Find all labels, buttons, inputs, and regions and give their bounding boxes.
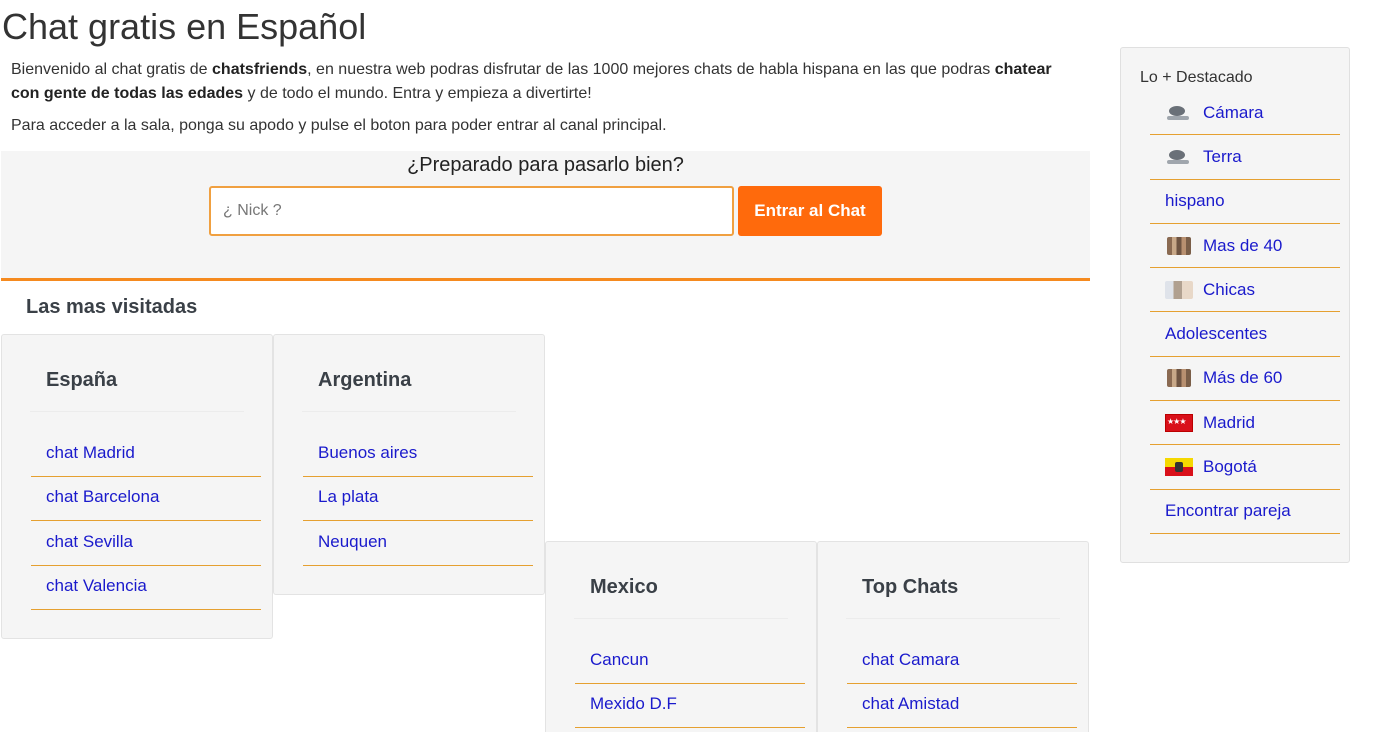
card-divider <box>302 411 516 412</box>
people-icon <box>1167 369 1191 388</box>
list-item: Cancun <box>575 639 805 684</box>
sidebar-link-encontrar-pareja[interactable]: Encontrar pareja <box>1165 501 1291 521</box>
sidebar-item-hispano: hispano <box>1150 180 1340 224</box>
sidebar-item-label: Mas de 40 <box>1203 235 1283 255</box>
girls-icon <box>1165 280 1193 299</box>
list-item: chat Barcelona <box>31 477 261 521</box>
card-title: Top Chats <box>862 576 959 598</box>
page-title: Chat gratis en Español <box>2 6 367 47</box>
link-chat-madrid[interactable]: chat Madrid <box>46 443 135 463</box>
sidebar-link-hispano[interactable]: hispano <box>1165 191 1225 211</box>
login-title: ¿Preparado para pasarlo bien? <box>407 154 684 176</box>
sidebar-item-chicas: Chicas <box>1150 268 1340 313</box>
sidebar-link-mas-de-60[interactable]: Más de 60 <box>1165 368 1282 388</box>
sidebar-item-terra: Terra <box>1150 135 1340 180</box>
link-chat-amistad[interactable]: chat Amistad <box>862 694 959 714</box>
sidebar-link-bogota[interactable]: Bogotá <box>1165 457 1257 477</box>
enter-chat-button[interactable]: Entrar al Chat <box>738 186 882 236</box>
link-chat-barcelona[interactable]: chat Barcelona <box>46 487 159 507</box>
link-neuquen[interactable]: Neuquen <box>318 532 387 552</box>
sidebar-item-label: Adolescentes <box>1165 324 1268 344</box>
sidebar-title: Lo + Destacado <box>1140 69 1253 86</box>
list-item: Buenos aires <box>303 432 533 477</box>
sidebar-item-label: Madrid <box>1203 412 1255 432</box>
sidebar-item-mas-de-60: Más de 60 <box>1150 357 1340 402</box>
sidebar-item-camara: Cámara <box>1150 91 1340 136</box>
sidebar-item-label: Terra <box>1203 146 1242 166</box>
link-chat-valencia[interactable]: chat Valencia <box>46 576 147 596</box>
link-cancun[interactable]: Cancun <box>590 650 649 670</box>
sidebar-item-label: Más de 60 <box>1203 368 1283 388</box>
card-divider <box>574 618 788 619</box>
card-divider <box>30 411 244 412</box>
section-title: Las mas visitadas <box>26 296 198 318</box>
sidebar-link-camara[interactable]: Cámara <box>1165 103 1263 123</box>
link-chat-camara[interactable]: chat Camara <box>862 650 959 670</box>
card-divider <box>846 618 1060 619</box>
instructions-text: Para acceder a la sala, ponga su apodo y… <box>11 117 667 134</box>
list-item: chat Madrid <box>31 432 261 477</box>
card-link-list: Cancun Mexido D.F <box>575 639 805 728</box>
sidebar-link-adolescentes[interactable]: Adolescentes <box>1165 324 1267 344</box>
sidebar-item-encontrar-pareja: Encontrar pareja <box>1150 490 1340 534</box>
sidebar-link-terra[interactable]: Terra <box>1165 147 1242 167</box>
sidebar-list: Cámara Terra hispano Mas de 40 Chicas Ad… <box>1150 91 1340 534</box>
list-item: Neuquen <box>303 521 533 566</box>
list-item: chat Sevilla <box>31 521 261 566</box>
card-top-chats: Top Chats chat Camara chat Amistad <box>817 541 1089 732</box>
card-title: Mexico <box>590 576 658 598</box>
intro-text: Bienvenido al chat gratis de chatsfriend… <box>11 58 1081 106</box>
card-link-list: Buenos aires La plata Neuquen <box>303 432 533 566</box>
list-item: La plata <box>303 477 533 521</box>
sidebar-item-label: Encontrar pareja <box>1165 501 1291 521</box>
sidebar-item-adolescentes: Adolescentes <box>1150 312 1340 357</box>
card-argentina: Argentina Buenos aires La plata Neuquen <box>273 334 545 595</box>
sidebar-item-bogota: Bogotá <box>1150 445 1340 490</box>
intro-part2: , en nuestra web podras disfrutar de las… <box>307 61 995 78</box>
card-espana: España chat Madrid chat Barcelona chat S… <box>1 334 273 639</box>
brand-name: chatsfriends <box>212 61 308 78</box>
sidebar-item-label: Bogotá <box>1203 457 1257 477</box>
madrid-flag-icon <box>1165 413 1193 432</box>
link-chat-sevilla[interactable]: chat Sevilla <box>46 532 133 552</box>
sidebar-link-madrid[interactable]: Madrid <box>1165 413 1255 433</box>
sidebar-item-madrid: Madrid <box>1150 401 1340 446</box>
sidebar-item-label: hispano <box>1165 191 1225 211</box>
link-mexico-df[interactable]: Mexido D.F <box>590 694 677 714</box>
sidebar-featured: Lo + Destacado Cámara Terra hispano Mas … <box>1120 47 1350 563</box>
webcam-icon <box>1165 104 1193 122</box>
card-link-list: chat Camara chat Amistad <box>847 639 1077 728</box>
card-mexico: Mexico Cancun Mexido D.F <box>545 541 817 732</box>
sidebar-item-label: Cámara <box>1203 102 1264 122</box>
card-title: España <box>46 369 118 391</box>
nick-input[interactable] <box>209 186 734 236</box>
list-item: chat Amistad <box>847 684 1077 728</box>
card-link-list: chat Madrid chat Barcelona chat Sevilla … <box>31 432 261 610</box>
list-item: chat Valencia <box>31 566 261 610</box>
bogota-flag-icon <box>1165 458 1193 477</box>
sidebar-link-chicas[interactable]: Chicas <box>1165 280 1255 300</box>
sidebar-link-mas-de-40[interactable]: Mas de 40 <box>1165 236 1282 256</box>
list-item: Mexido D.F <box>575 684 805 728</box>
link-buenos-aires[interactable]: Buenos aires <box>318 443 417 463</box>
login-box: ¿Preparado para pasarlo bien? Entrar al … <box>1 151 1090 281</box>
intro-part3: y de todo el mundo. Entra y empieza a di… <box>243 85 592 102</box>
intro-part1: Bienvenido al chat gratis de <box>11 61 213 78</box>
webcam-icon <box>1165 148 1193 166</box>
people-icon <box>1167 236 1191 255</box>
sidebar-item-mas-de-40: Mas de 40 <box>1150 224 1340 269</box>
link-la-plata[interactable]: La plata <box>318 487 379 507</box>
list-item: chat Camara <box>847 639 1077 684</box>
card-title: Argentina <box>318 369 412 391</box>
sidebar-item-label: Chicas <box>1203 279 1255 299</box>
